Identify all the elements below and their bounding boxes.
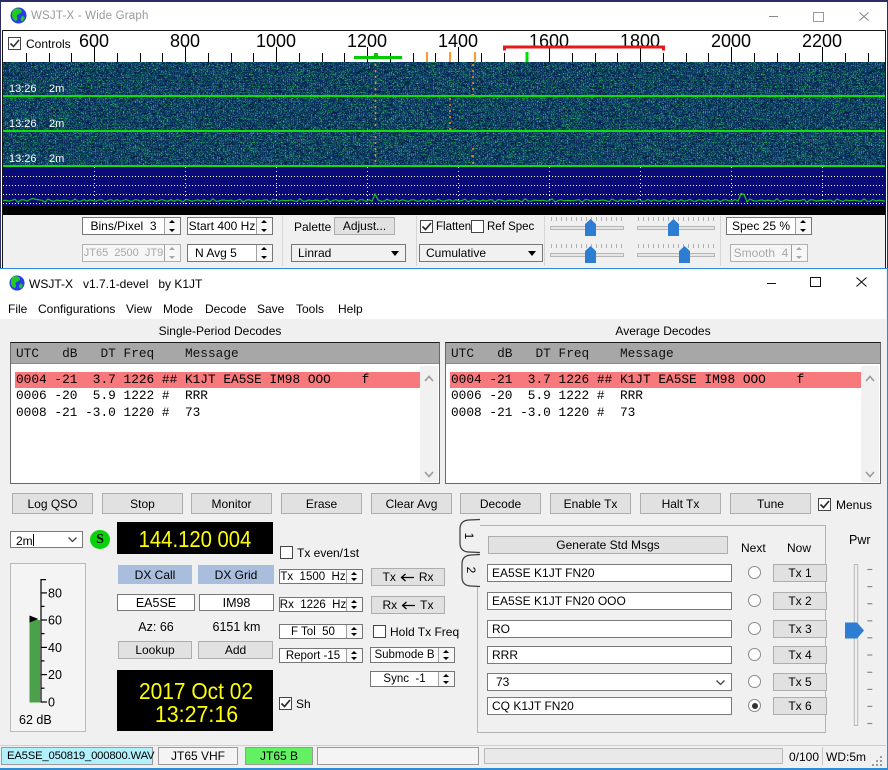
svg-text:2m: 2m	[49, 118, 64, 130]
svg-text:2m: 2m	[49, 83, 64, 95]
svg-text:13:26: 13:26	[9, 153, 37, 165]
svg-text:0: 0	[48, 695, 55, 709]
svg-text:40: 40	[48, 641, 62, 655]
svg-text:1: 1	[462, 533, 476, 540]
svg-text:13:26: 13:26	[9, 118, 37, 130]
svg-text:20: 20	[48, 668, 62, 682]
svg-text:2m: 2m	[49, 153, 64, 165]
svg-text:13:26: 13:26	[9, 83, 37, 95]
svg-text:80: 80	[48, 586, 62, 600]
svg-text:2: 2	[464, 567, 478, 574]
svg-text:60: 60	[48, 614, 62, 628]
